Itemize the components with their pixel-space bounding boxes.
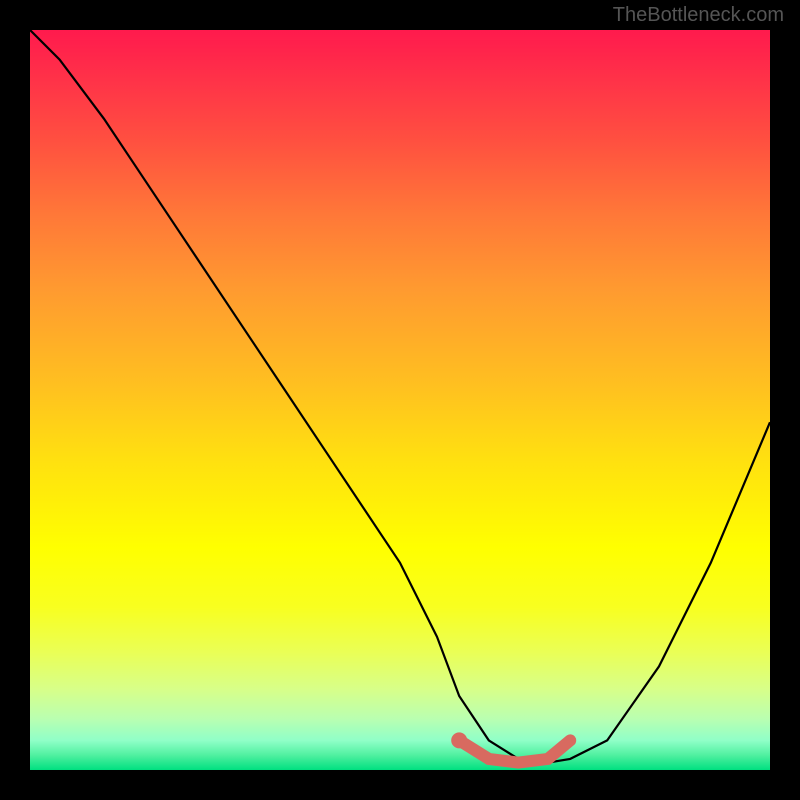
- chart-svg: [30, 30, 770, 770]
- plot-area: [30, 30, 770, 770]
- optimal-highlight: [459, 740, 570, 762]
- watermark-text: TheBottleneck.com: [613, 4, 784, 27]
- bottleneck-curve: [30, 30, 770, 763]
- highlight-start-dot: [451, 732, 467, 748]
